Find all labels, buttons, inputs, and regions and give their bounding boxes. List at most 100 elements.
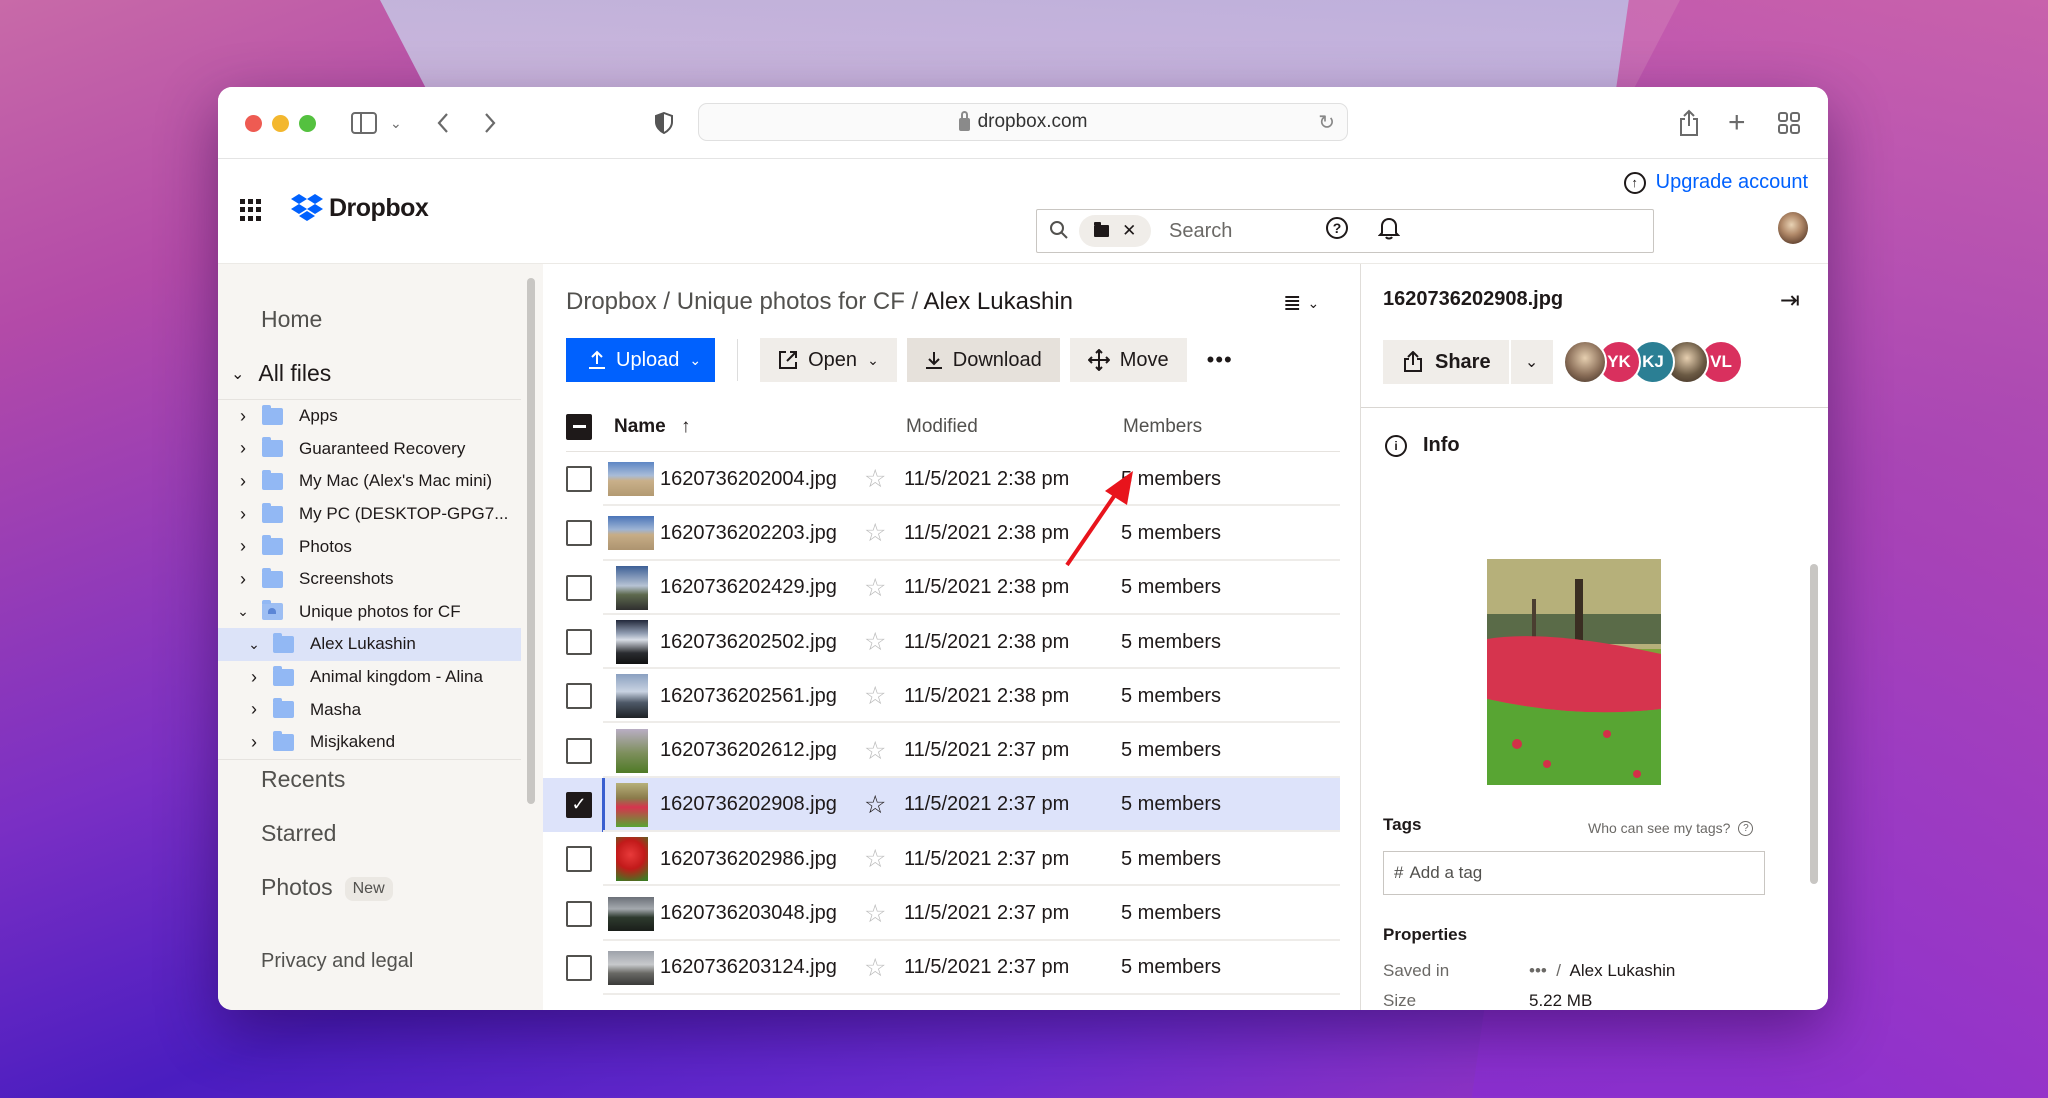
sidebar-toggle-icon[interactable] xyxy=(351,109,377,137)
reload-icon[interactable]: ↻ xyxy=(1318,110,1335,135)
star-icon[interactable]: ☆ xyxy=(864,573,890,603)
info-section-header[interactable]: i Info xyxy=(1385,434,1460,457)
file-name[interactable]: 1620736202429.jpg xyxy=(660,576,860,599)
chevron-down-icon[interactable]: ⌄ xyxy=(236,603,250,620)
row-checkbox[interactable] xyxy=(566,900,592,927)
breadcrumb-root[interactable]: Dropbox xyxy=(566,288,657,315)
file-members[interactable]: 5 members xyxy=(1121,685,1221,708)
remove-scope-icon[interactable]: ✕ xyxy=(1122,221,1136,241)
search-input[interactable] xyxy=(1169,219,1653,243)
property-value[interactable]: ••• / Alex Lukashin xyxy=(1529,961,1675,981)
star-icon[interactable]: ☆ xyxy=(864,953,890,983)
row-checkbox[interactable] xyxy=(566,520,592,547)
file-row[interactable]: 1620736202612.jpg ☆ 11/5/2021 2:37 pm 5 mem… xyxy=(543,723,1340,779)
file-row[interactable]: 1620736203124.jpg ☆ 11/5/2021 2:37 pm 5 mem… xyxy=(543,941,1340,996)
row-checkbox[interactable] xyxy=(566,737,592,764)
row-checkbox[interactable] xyxy=(566,629,592,656)
sidebar-folder-item[interactable]: › Misjkakend xyxy=(218,726,521,759)
chevron-right-icon[interactable]: › xyxy=(247,667,261,688)
upgrade-account-link[interactable]: ↑ Upgrade account xyxy=(1623,171,1808,194)
row-checkbox[interactable] xyxy=(566,846,592,873)
file-row[interactable]: 1620736202429.jpg ☆ 11/5/2021 2:38 pm 5 mem… xyxy=(543,561,1340,616)
row-checkbox[interactable]: ✓ xyxy=(566,791,592,818)
file-members[interactable]: 5 members xyxy=(1121,631,1221,654)
breadcrumb-parent[interactable]: Unique photos for CF xyxy=(677,288,905,315)
file-members[interactable]: 5 members xyxy=(1121,902,1221,925)
sidebar-folder-item[interactable]: › My Mac (Alex's Mac mini) xyxy=(218,465,521,498)
chevron-right-icon[interactable]: › xyxy=(236,438,250,459)
tag-input-field[interactable]: # xyxy=(1383,851,1765,895)
sidebar-scrollbar[interactable] xyxy=(527,278,535,804)
star-icon[interactable]: ☆ xyxy=(864,627,890,657)
share-icon[interactable] xyxy=(1678,109,1700,137)
sidebar-folder-item[interactable]: › Photos xyxy=(218,530,521,563)
share-options-dropdown[interactable]: ⌄ xyxy=(1510,340,1553,384)
sidebar-folder-item[interactable]: ⌄ Unique photos for CF xyxy=(218,596,521,629)
app-grid-icon[interactable] xyxy=(240,199,262,221)
star-icon[interactable]: ☆ xyxy=(864,681,890,711)
account-menu[interactable] xyxy=(1778,212,1808,244)
star-icon[interactable]: ☆ xyxy=(864,844,890,874)
sidebar-item-all-files[interactable]: ⌄ All files xyxy=(231,360,331,387)
file-row[interactable]: 1620736202004.jpg ☆ 11/5/2021 2:38 pm 5 mem… xyxy=(543,452,1340,507)
file-members[interactable]: 5 members xyxy=(1121,739,1221,762)
sidebar-folder-item[interactable]: › Animal kingdom - Alina xyxy=(218,661,521,694)
sidebar-item-recents[interactable]: Recents xyxy=(261,766,345,793)
new-tab-icon[interactable]: + xyxy=(1728,106,1746,139)
forward-icon[interactable] xyxy=(483,109,497,137)
sidebar-item-home[interactable]: Home xyxy=(261,306,322,333)
sidebar-folder-item[interactable]: › Guaranteed Recovery xyxy=(218,433,521,466)
star-icon[interactable]: ☆ xyxy=(864,899,890,929)
open-button[interactable]: Open ⌄ xyxy=(760,338,897,382)
star-icon[interactable]: ☆ xyxy=(864,790,890,820)
privacy-legal-link[interactable]: Privacy and legal xyxy=(261,950,413,973)
file-name[interactable]: 1620736202612.jpg xyxy=(660,739,860,762)
dropbox-logo[interactable]: Dropbox xyxy=(291,193,429,223)
file-row[interactable]: 1620736202986.jpg ☆ 11/5/2021 2:37 pm 5 mem… xyxy=(543,832,1340,887)
chevron-right-icon[interactable]: › xyxy=(236,504,250,525)
row-checkbox[interactable] xyxy=(566,466,592,493)
file-row[interactable]: 1620736202502.jpg ☆ 11/5/2021 2:38 pm 5 mem… xyxy=(543,615,1340,670)
file-row[interactable]: ✓ 1620736202908.jpg ☆ 11/5/2021 2:37 pm 5 me… xyxy=(543,777,1340,833)
share-button[interactable]: Share xyxy=(1383,340,1509,384)
file-members[interactable]: 5 members xyxy=(1121,848,1221,871)
chevron-down-icon[interactable]: ⌄ xyxy=(390,109,402,137)
row-checkbox[interactable] xyxy=(566,574,592,601)
help-button[interactable]: ? xyxy=(1322,213,1352,243)
file-row[interactable]: 1620736202561.jpg ☆ 11/5/2021 2:38 pm 5 mem… xyxy=(543,669,1340,724)
star-icon[interactable]: ☆ xyxy=(864,736,890,766)
privacy-shield-icon[interactable] xyxy=(655,109,673,137)
sidebar-folder-item[interactable]: › Apps xyxy=(218,400,521,433)
file-row[interactable]: 1620736203048.jpg ☆ 11/5/2021 2:37 pm 5 mem… xyxy=(543,886,1340,941)
column-modified[interactable]: Modified xyxy=(906,416,978,438)
tab-overview-icon[interactable] xyxy=(1778,109,1800,137)
column-name[interactable]: Name ↑ xyxy=(614,416,691,438)
star-icon[interactable]: ☆ xyxy=(864,518,890,548)
file-name[interactable]: 1620736202203.jpg xyxy=(660,522,860,545)
close-window-button[interactable] xyxy=(245,115,262,132)
collapse-panel-icon[interactable]: ⇥ xyxy=(1780,286,1800,315)
sidebar-folder-item[interactable]: › Masha xyxy=(218,693,521,726)
chevron-down-icon[interactable]: ⌄ xyxy=(247,636,261,653)
file-name[interactable]: 1620736203124.jpg xyxy=(660,956,860,979)
address-bar[interactable]: dropbox.com ↻ xyxy=(698,103,1348,141)
file-name[interactable]: 1620736202908.jpg xyxy=(660,793,860,816)
panel-scrollbar[interactable] xyxy=(1810,564,1818,884)
download-button[interactable]: Download xyxy=(906,338,1060,382)
move-button[interactable]: Move xyxy=(1069,338,1187,382)
sidebar-folder-item[interactable]: › My PC (DESKTOP-GPG7... xyxy=(218,498,521,531)
star-icon[interactable]: ☆ xyxy=(864,464,890,494)
who-can-see-tags-link[interactable]: Who can see my tags? ? xyxy=(1588,820,1754,836)
file-name[interactable]: 1620736203048.jpg xyxy=(660,902,860,925)
file-name[interactable]: 1620736202004.jpg xyxy=(660,468,860,491)
upload-button[interactable]: Upload ⌄ xyxy=(566,338,716,382)
maximize-window-button[interactable] xyxy=(299,115,316,132)
search-scope-chip[interactable]: ✕ xyxy=(1079,215,1151,247)
file-members[interactable]: 5 members xyxy=(1121,793,1221,816)
row-checkbox[interactable] xyxy=(566,954,592,981)
sidebar-item-photos[interactable]: Photos New xyxy=(261,874,393,901)
chevron-right-icon[interactable]: › xyxy=(247,699,261,720)
chevron-right-icon[interactable]: › xyxy=(236,471,250,492)
more-actions-button[interactable]: ••• xyxy=(1207,347,1233,373)
sidebar-folder-item[interactable]: ⌄ Alex Lukashin xyxy=(218,628,521,661)
